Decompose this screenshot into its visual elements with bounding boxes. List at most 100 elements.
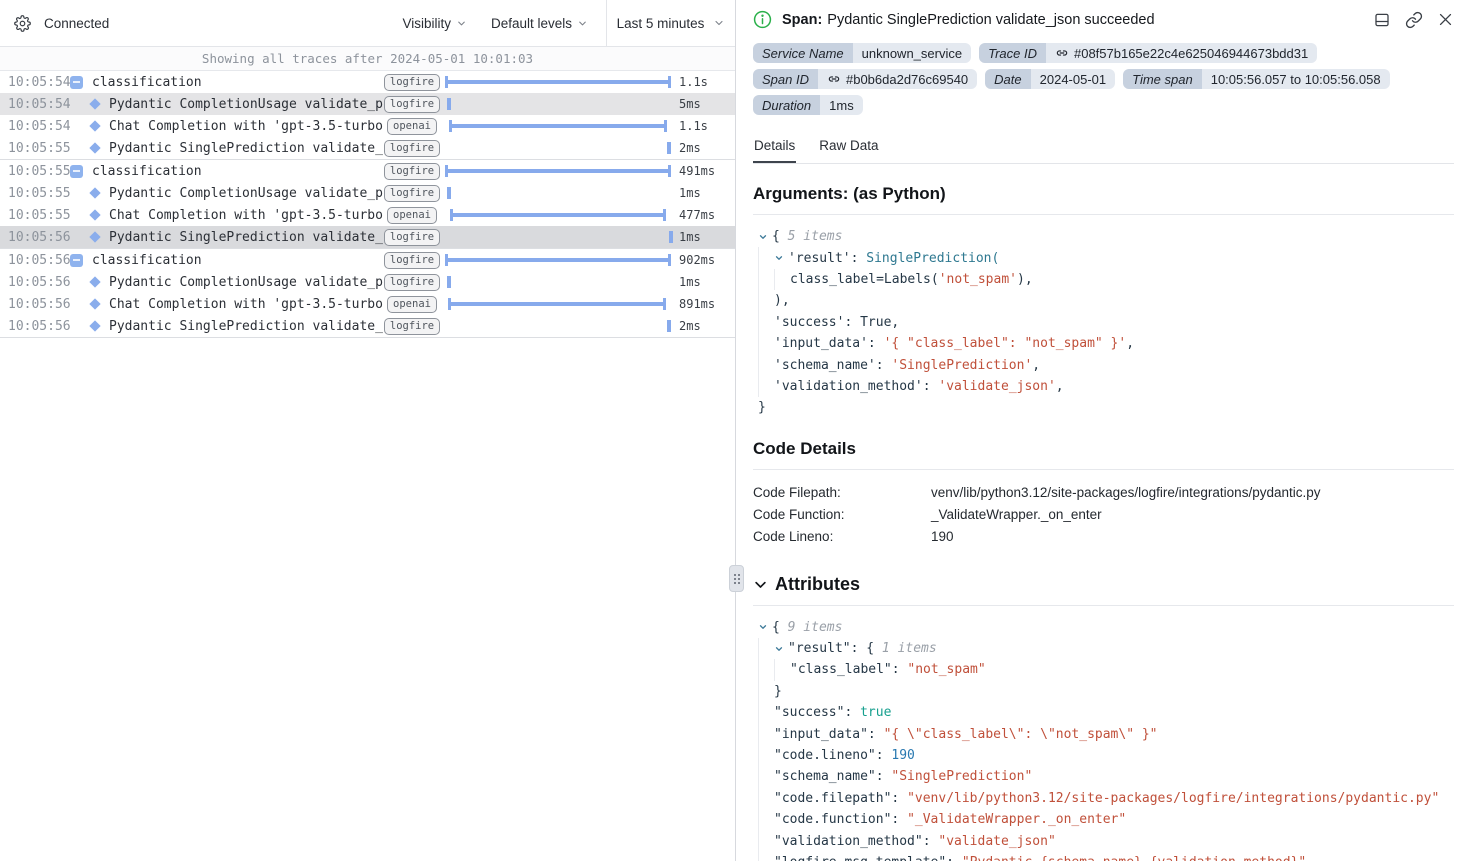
duration-bar-track xyxy=(445,249,671,271)
trace-row[interactable]: 10:05:56Pydantic SinglePrediction valida… xyxy=(0,315,735,337)
connection-status: Connected xyxy=(44,16,109,31)
duration-bar-track xyxy=(445,93,671,115)
code-line: "success": true xyxy=(758,702,1454,723)
trace-row[interactable]: 10:05:55Pydantic SinglePrediction valida… xyxy=(0,137,735,159)
span-tag: Service Nameunknown_service xyxy=(753,43,971,63)
trace-row[interactable]: 10:05:54Pydantic CompletionUsage validat… xyxy=(0,93,735,115)
default-levels-label: Default levels xyxy=(491,16,572,31)
code-token: 'validate_json' xyxy=(938,379,1055,394)
duration-bar-track xyxy=(445,137,671,159)
code-line: 'success': True, xyxy=(758,312,1454,333)
code-token: 5 items xyxy=(788,229,843,244)
row-name: Chat Completion with 'gpt-3.5-turbo-0613… xyxy=(109,208,383,223)
time-range-dropdown[interactable]: Last 5 minutes xyxy=(606,0,735,46)
trace-row[interactable]: 10:05:56Pydantic SinglePrediction valida… xyxy=(0,226,735,248)
link-icon[interactable] xyxy=(1405,11,1423,29)
row-badge: logfire xyxy=(384,229,440,246)
code-line: 'validation_method': 'validate_json', xyxy=(758,376,1454,397)
row-badge: logfire xyxy=(384,140,440,157)
row-name: Pydantic CompletionUsage validate_python xyxy=(109,186,383,201)
code-token: ), xyxy=(774,293,790,308)
trace-row[interactable]: 10:05:55classificationlogfire491ms xyxy=(0,160,735,182)
duration-bar xyxy=(450,209,666,221)
row-name: Chat Completion with 'gpt-3.5-turbo-0613… xyxy=(109,297,383,312)
code-token: true xyxy=(860,705,891,720)
panel-resize-handle[interactable] xyxy=(729,565,744,592)
code-token: SinglePrediction( xyxy=(866,251,999,266)
duration-bar xyxy=(669,231,673,243)
span-diamond-icon xyxy=(89,142,100,153)
collapse-toggle-icon[interactable] xyxy=(70,165,83,178)
row-timestamp: 10:05:55 xyxy=(8,164,70,179)
dock-panel-icon[interactable] xyxy=(1373,11,1391,29)
code-line: "code.filepath": "venv/lib/python3.12/si… xyxy=(758,788,1454,809)
collapse-toggle-icon[interactable] xyxy=(70,76,83,89)
link-icon[interactable] xyxy=(1055,46,1069,60)
row-duration: 1.1s xyxy=(679,75,727,89)
code-detail-row: Code Filepath:venv/lib/python3.12/site-p… xyxy=(753,482,1454,504)
row-timestamp: 10:05:54 xyxy=(8,75,70,90)
code-token: , xyxy=(1056,379,1064,394)
row-name: classification xyxy=(92,75,202,90)
collapse-attributes-icon[interactable] xyxy=(753,577,768,592)
code-token: "result": { xyxy=(788,641,882,656)
code-token: } xyxy=(774,684,782,699)
trace-row[interactable]: 10:05:56classificationlogfire902ms xyxy=(0,249,735,271)
code-token: "{ \"class_label\": \"not_spam\" }" xyxy=(884,727,1158,742)
code-token: 'SinglePrediction' xyxy=(891,358,1032,373)
collapse-toggle-icon[interactable] xyxy=(758,622,768,632)
row-duration: 5ms xyxy=(679,97,727,111)
tag-value: #b0b6da2d76c69540 xyxy=(818,69,977,89)
code-line: "code.function": "_ValidateWrapper._on_e… xyxy=(758,809,1454,830)
code-line: } xyxy=(758,681,1454,702)
trace-row[interactable]: 10:05:55Chat Completion with 'gpt-3.5-tu… xyxy=(0,204,735,226)
tab-details[interactable]: Details xyxy=(753,131,796,163)
collapse-toggle-icon[interactable] xyxy=(774,644,784,654)
trace-row[interactable]: 10:05:55Pydantic CompletionUsage validat… xyxy=(0,182,735,204)
code-token: "code.function": xyxy=(774,812,907,827)
tab-raw-data[interactable]: Raw Data xyxy=(818,131,879,163)
link-icon[interactable] xyxy=(827,72,841,86)
code-line: { 9 items xyxy=(758,617,1454,638)
divider xyxy=(753,214,1454,215)
divider xyxy=(753,605,1454,606)
trace-group: 10:05:54 classification logfire 1.1s 10:05:5… xyxy=(0,71,735,160)
span-title-text: Pydantic SinglePrediction validate_json … xyxy=(827,12,1154,28)
duration-bar-track xyxy=(445,204,671,226)
minus-glyph xyxy=(73,170,80,172)
span-tag: Span ID#b0b6da2d76c69540 xyxy=(753,69,977,89)
duration-bar xyxy=(445,165,671,177)
close-icon[interactable] xyxy=(1437,11,1454,28)
collapse-toggle-icon[interactable] xyxy=(758,232,768,242)
trace-toolbar: Connected Visibility Default levels Last… xyxy=(0,0,735,47)
trace-row[interactable]: 10:05:54Chat Completion with 'gpt-3.5-tu… xyxy=(0,115,735,137)
code-detail-label: Code Lineno: xyxy=(753,526,931,548)
tag-label: Duration xyxy=(753,95,820,115)
span-diamond-icon xyxy=(89,320,100,331)
trace-group: 10:05:55classificationlogfire491ms10:05:… xyxy=(0,160,735,249)
trace-row[interactable]: 10:05:56Chat Completion with 'gpt-3.5-tu… xyxy=(0,293,735,315)
chevron-down-icon xyxy=(713,17,725,29)
code-line: "result": { 1 items xyxy=(758,638,1454,659)
span-diamond-icon xyxy=(89,120,100,131)
duration-bar xyxy=(449,120,667,132)
code-detail-label: Code Function: xyxy=(753,504,931,526)
trace-row[interactable]: 10:05:54classificationlogfire1.1s xyxy=(0,71,735,93)
collapse-toggle-icon[interactable] xyxy=(774,253,784,263)
tag-label: Date xyxy=(985,69,1030,89)
code-token: { xyxy=(772,620,788,635)
row-badge: logfire xyxy=(384,318,440,335)
attributes-header: Attributes xyxy=(753,574,1454,595)
collapse-toggle-icon[interactable] xyxy=(70,254,83,267)
duration-bar xyxy=(448,298,666,310)
row-badge: openai xyxy=(387,296,437,313)
span-diamond-icon xyxy=(89,187,100,198)
trace-row[interactable]: 10:05:56Pydantic CompletionUsage validat… xyxy=(0,271,735,293)
visibility-dropdown[interactable]: Visibility xyxy=(402,16,467,31)
default-levels-dropdown[interactable]: Default levels xyxy=(491,16,588,31)
code-token: "logfire.msg_template": xyxy=(774,855,962,861)
trace-panel: Connected Visibility Default levels Last… xyxy=(0,0,736,861)
code-token: "_ValidateWrapper._on_enter" xyxy=(907,812,1126,827)
code-token: "schema_name": xyxy=(774,769,891,784)
gear-icon[interactable] xyxy=(14,15,31,32)
